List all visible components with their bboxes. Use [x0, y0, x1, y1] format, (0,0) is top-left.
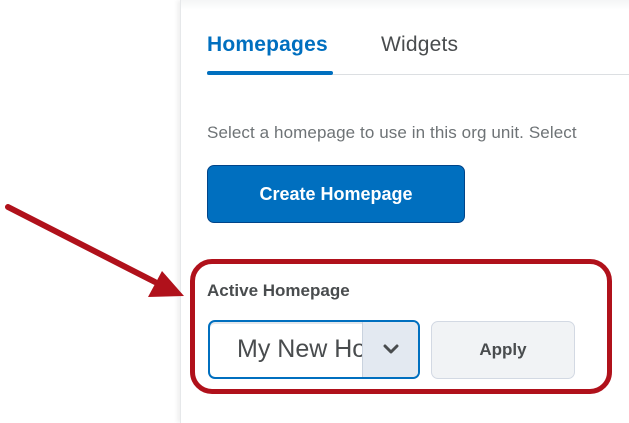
select-dropdown-toggle[interactable] [362, 322, 418, 377]
screenshot-stage: Homepages Widgets Select a homepage to u… [0, 0, 629, 423]
apply-button[interactable]: Apply [431, 321, 575, 379]
tab-homepages[interactable]: Homepages [207, 33, 328, 57]
active-homepage-select-value: My New Homepage [237, 335, 367, 363]
chevron-down-icon [383, 344, 398, 354]
homepages-panel: Homepages Widgets Select a homepage to u… [180, 0, 629, 423]
tab-homepages-selected-indicator [207, 71, 333, 75]
page-description: Select a homepage to use in this org uni… [207, 123, 577, 142]
tab-widgets[interactable]: Widgets [381, 33, 458, 57]
create-homepage-button[interactable]: Create Homepage [207, 165, 465, 223]
create-homepage-button-label: Create Homepage [259, 183, 413, 204]
tab-bar: Homepages Widgets [207, 30, 629, 76]
active-homepage-label: Active Homepage [207, 281, 350, 300]
panel-top-shade [181, 0, 629, 10]
active-homepage-select[interactable]: My New Homepage [208, 320, 420, 379]
apply-button-label: Apply [479, 340, 527, 359]
